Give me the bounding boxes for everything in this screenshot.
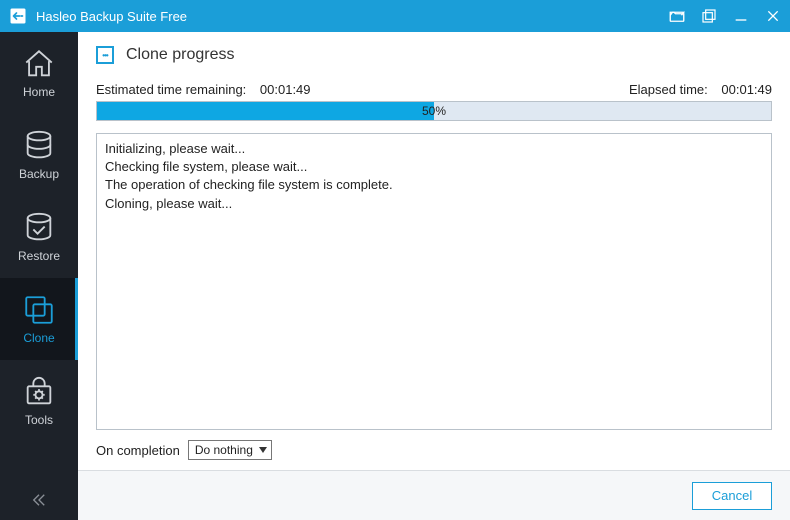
elapsed-time-value: 00:01:49 <box>721 82 772 97</box>
progress-bar: 50% <box>96 101 772 121</box>
sidebar-item-tools[interactable]: Tools <box>0 360 78 442</box>
footer-bar: Cancel <box>78 470 790 520</box>
progress-header-icon: ••• <box>96 46 114 64</box>
window-restore-icon[interactable] <box>700 7 718 25</box>
elapsed-time: Elapsed time: 00:01:49 <box>629 82 772 97</box>
main-area: ••• Clone progress Estimated time remain… <box>78 32 790 520</box>
app-logo-icon <box>8 6 28 26</box>
estimated-time-value: 00:01:49 <box>260 82 311 97</box>
app-title: Hasleo Backup Suite Free <box>36 9 668 24</box>
app-window: Hasleo Backup Suite Free Home <box>0 0 790 520</box>
tools-icon <box>22 375 56 409</box>
sidebar-item-label: Clone <box>23 331 54 345</box>
log-line: Cloning, please wait... <box>105 195 763 213</box>
log-line: Checking file system, please wait... <box>105 158 763 176</box>
open-folder-icon[interactable] <box>668 7 686 25</box>
sidebar: Home Backup Restore Clone <box>0 32 78 520</box>
estimated-time: Estimated time remaining: 00:01:49 <box>96 82 311 97</box>
titlebar-actions <box>668 7 782 25</box>
restore-icon <box>22 211 56 245</box>
sidebar-item-restore[interactable]: Restore <box>0 196 78 278</box>
page-header: ••• Clone progress <box>96 46 772 64</box>
content: ••• Clone progress Estimated time remain… <box>78 32 790 470</box>
progress-percent-label: 50% <box>422 104 446 118</box>
estimated-time-label: Estimated time remaining: <box>96 82 246 97</box>
sidebar-item-label: Restore <box>18 249 60 263</box>
chevron-down-icon <box>259 447 267 453</box>
sidebar-item-label: Backup <box>19 167 59 181</box>
clone-icon <box>22 293 56 327</box>
completion-label: On completion <box>96 443 180 458</box>
app-body: Home Backup Restore Clone <box>0 32 790 520</box>
sidebar-item-label: Home <box>23 85 55 99</box>
log-output[interactable]: Initializing, please wait...Checking fil… <box>96 133 772 430</box>
completion-selected-value: Do nothing <box>195 443 253 457</box>
completion-row: On completion Do nothing <box>96 440 772 460</box>
elapsed-time-label: Elapsed time: <box>629 82 708 97</box>
sidebar-item-backup[interactable]: Backup <box>0 114 78 196</box>
log-line: The operation of checking file system is… <box>105 176 763 194</box>
completion-dropdown[interactable]: Do nothing <box>188 440 272 460</box>
sidebar-item-clone[interactable]: Clone <box>0 278 78 360</box>
cancel-button[interactable]: Cancel <box>692 482 772 510</box>
time-row: Estimated time remaining: 00:01:49 Elaps… <box>96 82 772 97</box>
page-title: Clone progress <box>126 46 235 64</box>
minimize-icon[interactable] <box>732 7 750 25</box>
sidebar-item-label: Tools <box>25 413 53 427</box>
log-line: Initializing, please wait... <box>105 140 763 158</box>
close-icon[interactable] <box>764 7 782 25</box>
chevron-double-left-icon <box>30 491 48 509</box>
titlebar: Hasleo Backup Suite Free <box>0 0 790 32</box>
progress-fill <box>97 102 434 120</box>
sidebar-item-home[interactable]: Home <box>0 32 78 114</box>
backup-icon <box>22 129 56 163</box>
sidebar-collapse-button[interactable] <box>0 480 78 520</box>
home-icon <box>22 47 56 81</box>
cancel-button-label: Cancel <box>712 488 752 503</box>
